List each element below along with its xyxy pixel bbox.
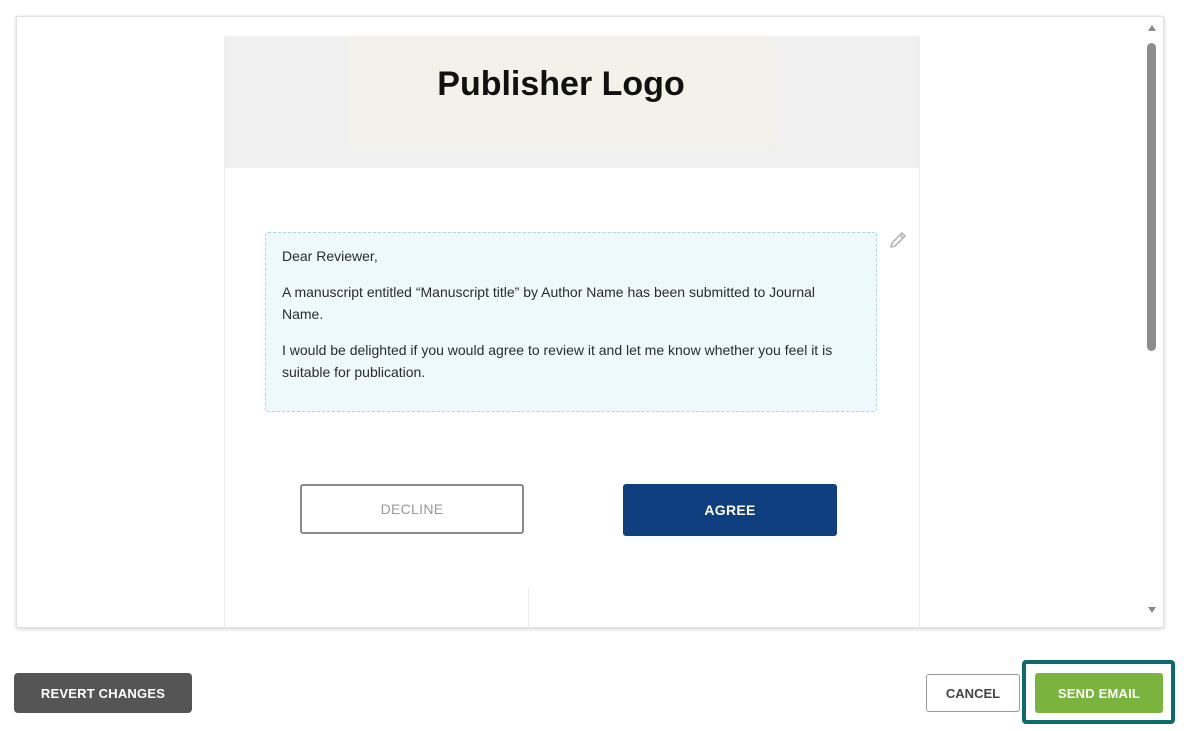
scrollbar-thumb[interactable] (1147, 43, 1156, 351)
editable-message-block[interactable]: Dear Reviewer, A manuscript entitled “Ma… (265, 232, 877, 412)
logo-band: Publisher Logo (225, 36, 919, 168)
message-greeting: Dear Reviewer, (282, 248, 378, 264)
column-divider (528, 588, 529, 627)
arrow-down-icon[interactable] (1148, 607, 1156, 613)
message-paragraph-2: I would be delighted if you would agree … (282, 342, 833, 380)
cancel-button[interactable]: CANCEL (926, 674, 1020, 712)
agree-button[interactable]: AGREE (623, 484, 837, 536)
vertical-scrollbar[interactable] (1144, 17, 1162, 627)
publisher-logo-text: Publisher Logo (437, 64, 685, 103)
arrow-up-icon[interactable] (1148, 25, 1156, 31)
publisher-logo: Publisher Logo (347, 40, 775, 148)
decline-button[interactable]: DECLINE (300, 484, 524, 534)
pencil-icon[interactable] (887, 229, 909, 251)
send-email-button[interactable]: SEND EMAIL (1035, 673, 1163, 713)
email-canvas: Publisher Logo Dear Reviewer, A manuscri… (224, 36, 920, 627)
message-paragraph-1: A manuscript entitled “Manuscript title”… (282, 284, 816, 322)
email-preview-frame: Publisher Logo Dear Reviewer, A manuscri… (16, 16, 1164, 628)
revert-changes-button[interactable]: REVERT CHANGES (14, 673, 192, 713)
